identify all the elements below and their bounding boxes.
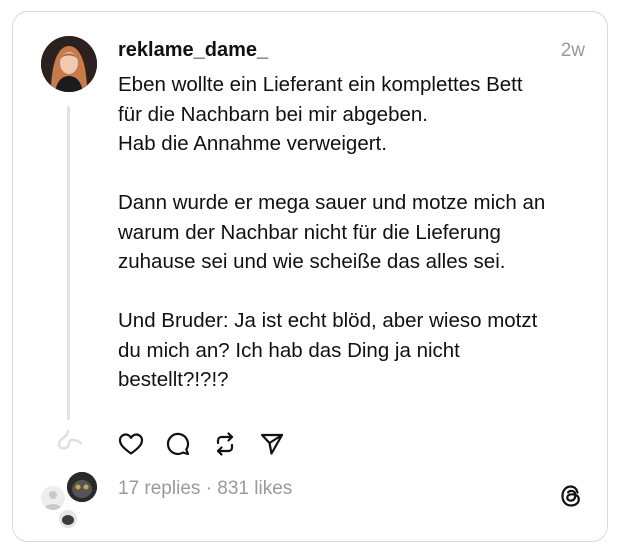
post-card: reklame_dame_ 2w Eben wollte ein Liefera… [12,11,608,542]
like-button[interactable] [117,430,145,458]
thread-curl-icon [57,430,83,450]
repost-button[interactable] [211,430,239,458]
heart-icon [118,433,144,455]
thread-line [67,106,70,420]
author-avatar[interactable] [41,36,97,92]
post-body: Eben wollte ein Lieferant ein komplettes… [118,70,598,395]
reply-avatar [59,510,77,528]
comment-icon [166,432,190,456]
post-paragraph: Und Bruder: Ja ist echt blöd, aber wieso… [118,309,538,391]
author-username[interactable]: reklame_dame_ [118,39,268,62]
reply-avatar [67,472,97,502]
post-timestamp[interactable]: 2w [561,40,585,62]
reply-avatar [39,484,67,512]
repost-icon [216,432,234,456]
share-button[interactable] [258,430,286,458]
avatar-image [59,510,77,528]
stats-separator: · [205,478,212,499]
user-placeholder-icon [44,491,62,510]
post-paragraph: Eben wollte ein Lieferant ein komplettes… [118,73,523,155]
reply-button[interactable] [164,430,192,458]
avatar-image [41,36,97,92]
replies-count[interactable]: 17 replies [118,478,200,499]
post-stats: 17 replies · 831 likes [118,478,292,500]
post-paragraph: Dann wurde er mega sauer und motze mich … [118,191,546,273]
send-icon [260,433,284,455]
post-actions [117,430,286,458]
reply-avatars [39,470,99,530]
likes-count[interactable]: 831 likes [217,478,292,499]
threads-logo-icon[interactable] [557,482,585,510]
avatar-image [67,472,97,502]
